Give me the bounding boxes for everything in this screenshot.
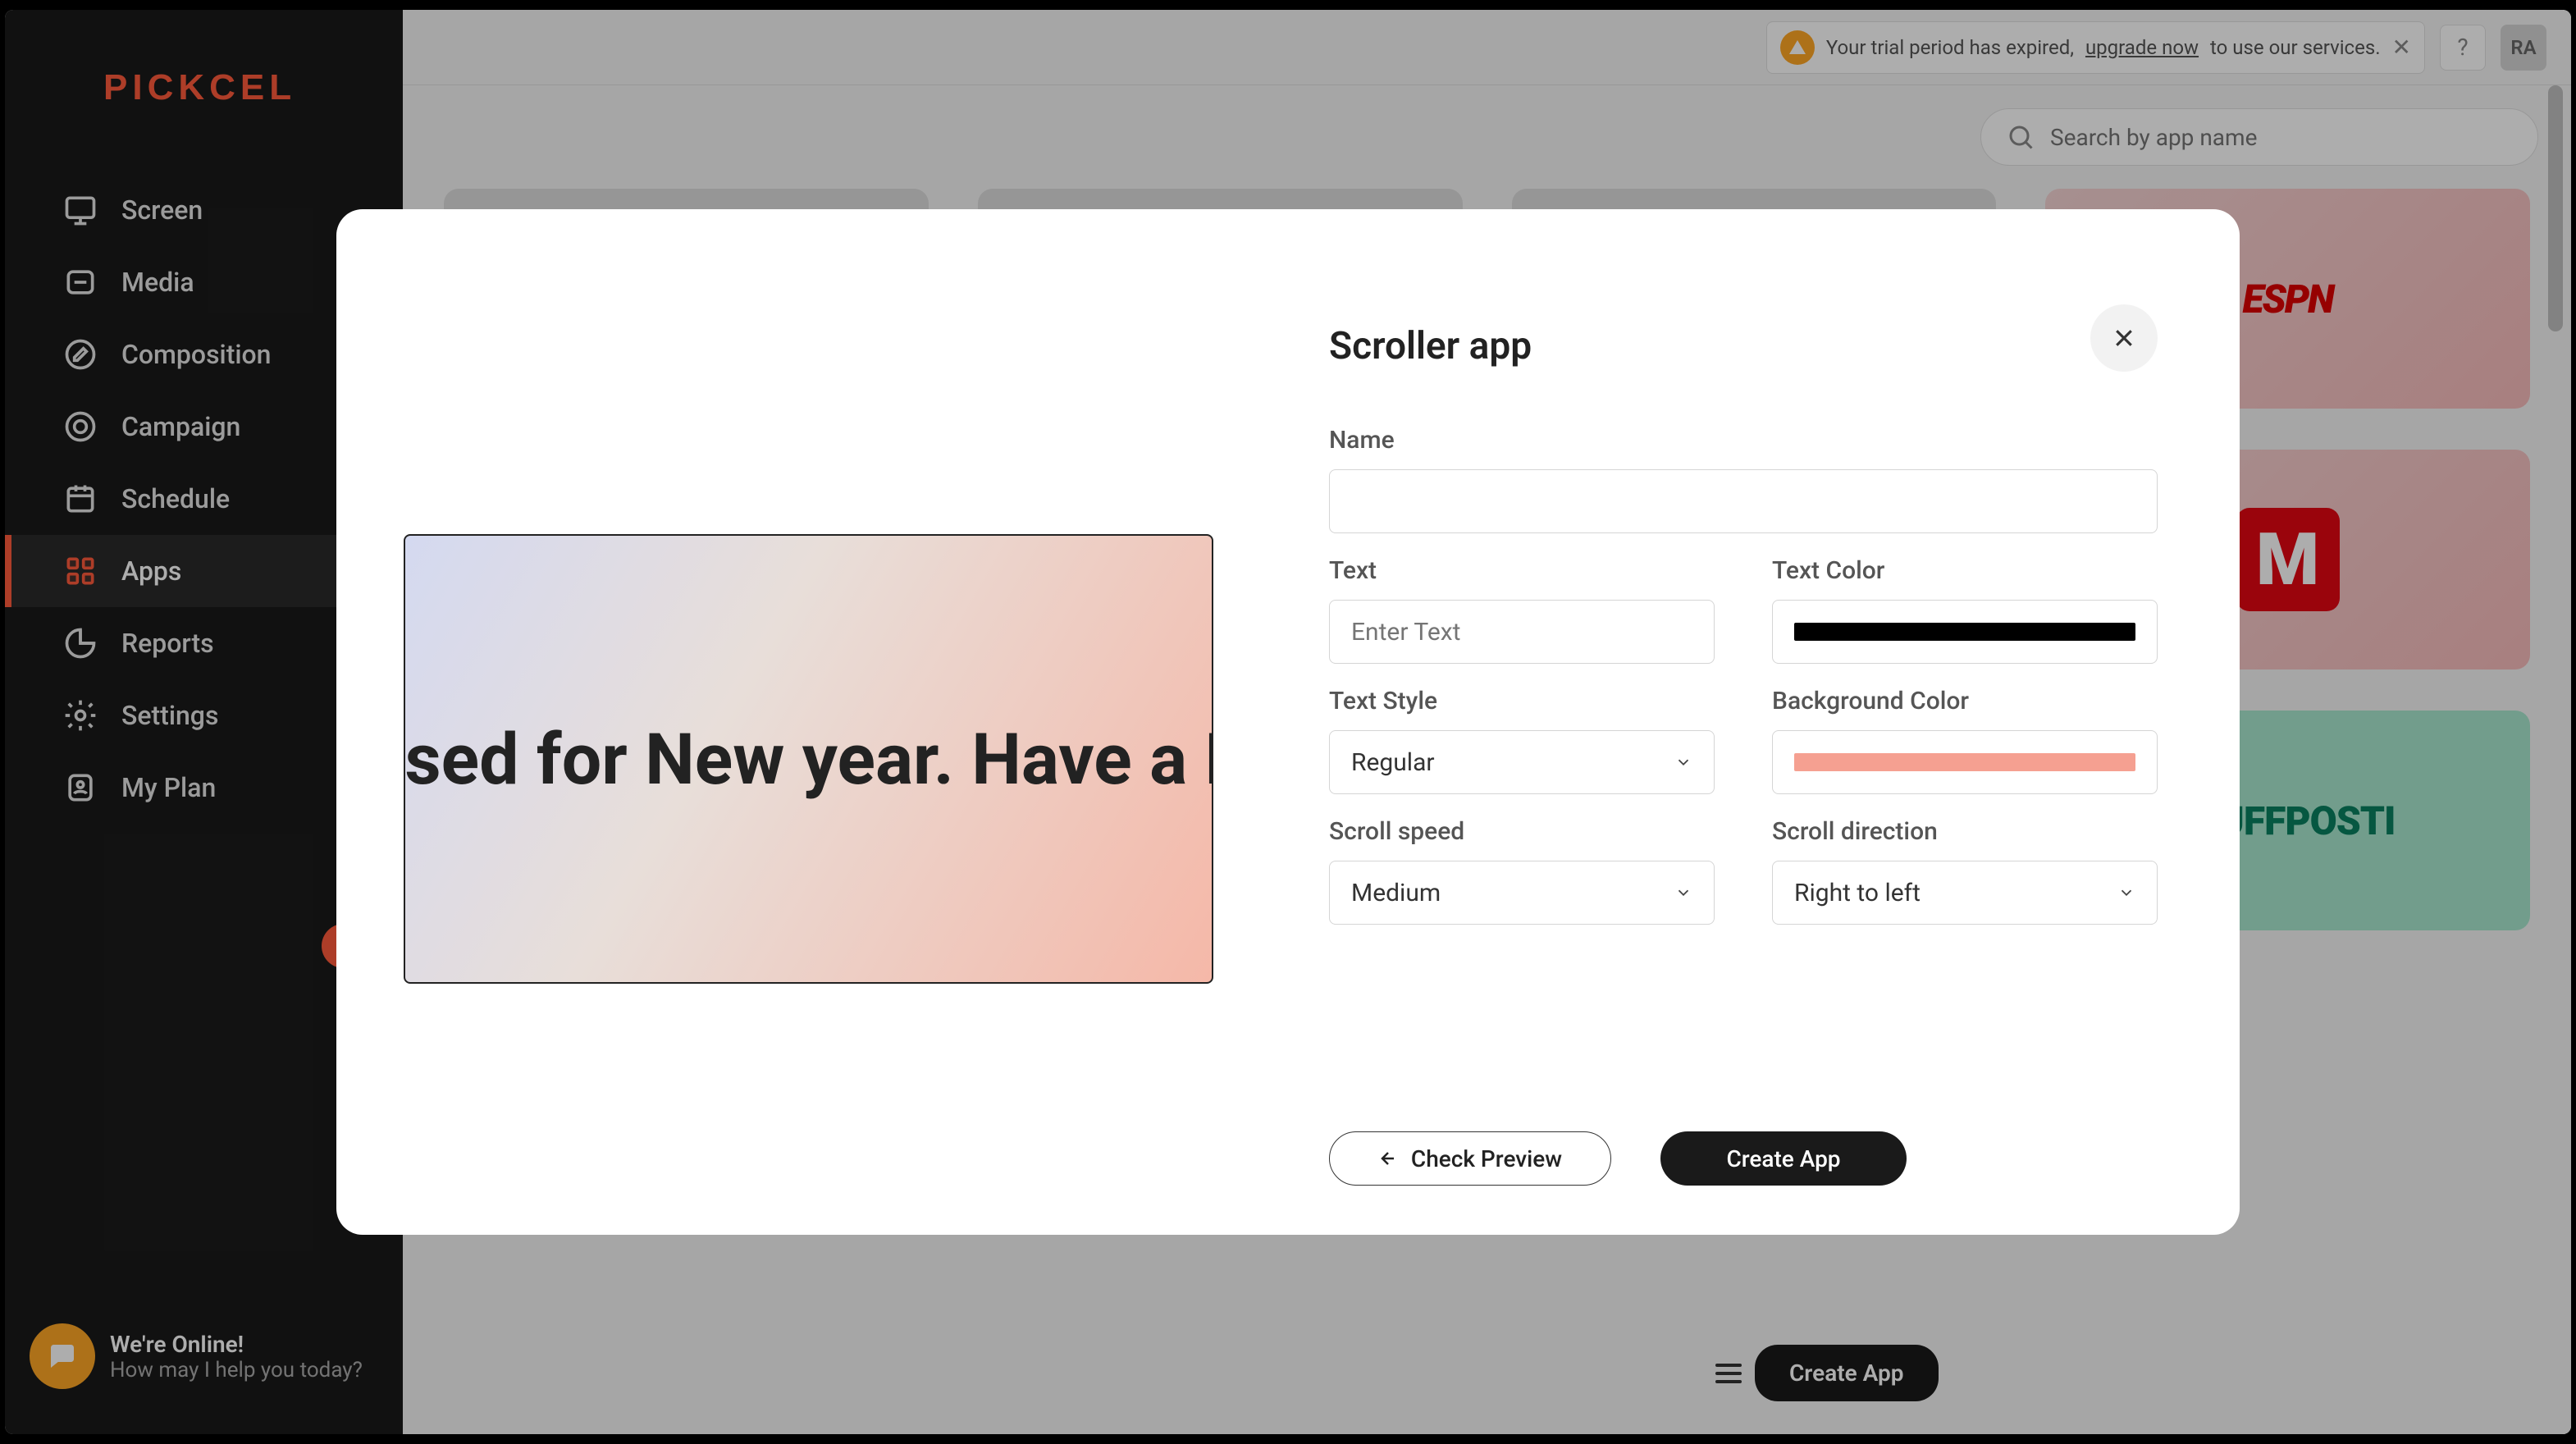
direction-label: Scroll direction (1772, 817, 2158, 846)
check-preview-label: Check Preview (1411, 1145, 1562, 1172)
modal-preview-pane: sed for New year. Have a Ha (336, 209, 1280, 1235)
modal-form-pane: Scroller app Name Text Te (1280, 209, 2240, 1235)
arrow-left-icon (1378, 1149, 1398, 1168)
modal-close-button[interactable] (2090, 304, 2158, 372)
create-app-label: Create App (1726, 1145, 1840, 1172)
check-preview-button[interactable]: Check Preview (1329, 1131, 1611, 1186)
textcolor-label: Text Color (1772, 556, 2158, 585)
speed-select[interactable]: Medium (1329, 861, 1715, 925)
preview-text: sed for New year. Have a Ha (405, 718, 1213, 801)
bgcolor-picker[interactable] (1772, 730, 2158, 794)
direction-value: Right to left (1794, 879, 1921, 907)
create-app-button[interactable]: Create App (1660, 1131, 1907, 1186)
close-icon (2112, 326, 2136, 350)
name-input[interactable] (1329, 469, 2158, 533)
textstyle-value: Regular (1351, 748, 1435, 777)
bgcolor-label: Background Color (1772, 687, 2158, 715)
chevron-down-icon (2117, 884, 2135, 902)
bgcolor-swatch (1794, 753, 2135, 771)
scroller-app-modal: sed for New year. Have a Ha Scroller app… (336, 209, 2240, 1235)
chevron-down-icon (1674, 884, 1692, 902)
scroller-preview: sed for New year. Have a Ha (404, 534, 1213, 984)
textstyle-label: Text Style (1329, 687, 1715, 715)
textcolor-picker[interactable] (1772, 600, 2158, 664)
speed-label: Scroll speed (1329, 817, 1715, 846)
modal-title: Scroller app (1329, 324, 2158, 368)
textstyle-select[interactable]: Regular (1329, 730, 1715, 794)
app-frame: PICKCEL Screen Media Composition Campaig… (5, 10, 2571, 1434)
modal-footer: Check Preview Create App (1329, 1131, 2158, 1186)
name-label: Name (1329, 426, 2158, 455)
chevron-down-icon (1674, 753, 1692, 771)
text-input[interactable] (1329, 600, 1715, 664)
speed-value: Medium (1351, 879, 1441, 907)
text-label: Text (1329, 556, 1715, 585)
direction-select[interactable]: Right to left (1772, 861, 2158, 925)
textcolor-swatch (1794, 623, 2135, 641)
modal-overlay[interactable]: sed for New year. Have a Ha Scroller app… (5, 10, 2571, 1434)
